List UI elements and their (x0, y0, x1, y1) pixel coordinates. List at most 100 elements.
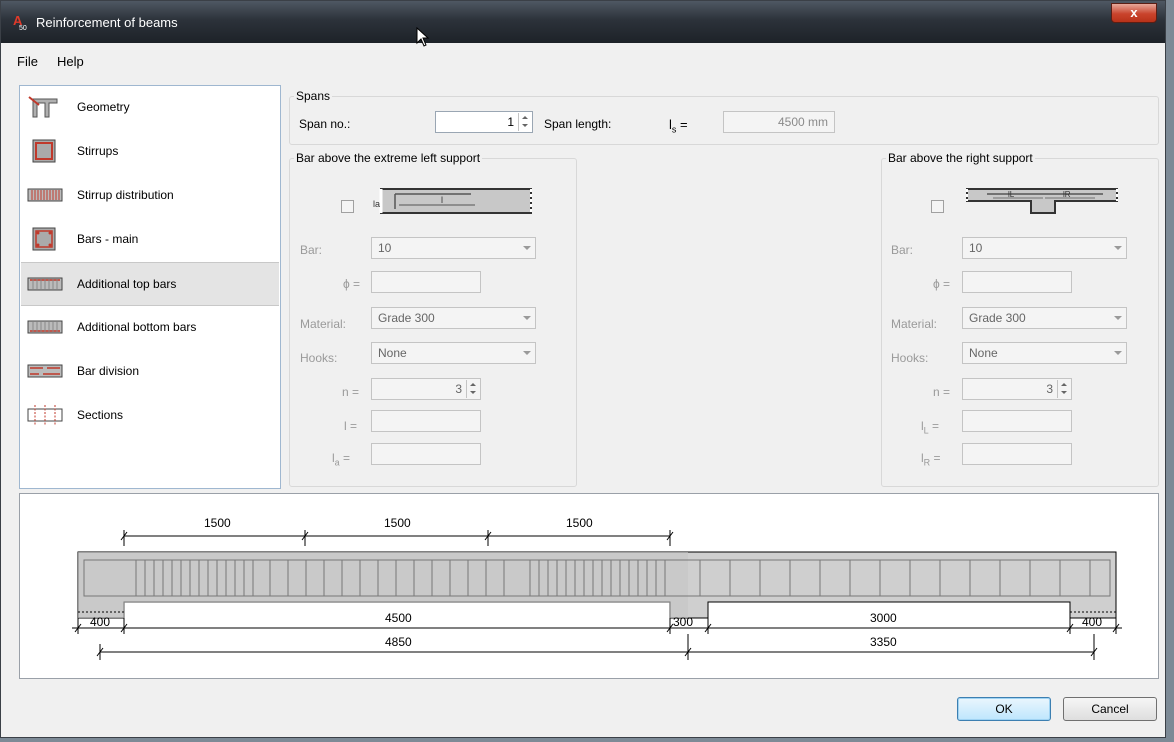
stirrup-distribution-icon (27, 188, 63, 202)
left-bar-value: 10 (378, 241, 392, 255)
span-length-label: Span length: (544, 117, 612, 131)
right-lr-field[interactable] (962, 443, 1072, 465)
top-dim-1: 1500 (204, 516, 231, 530)
left-n-value: 3 (455, 382, 462, 396)
right-hooks-label: Hooks: (891, 351, 929, 365)
left-phi-label: ϕ = (343, 277, 361, 291)
nav-label: Additional bottom bars (77, 320, 197, 334)
right-n-spin-buttons[interactable] (1057, 380, 1070, 398)
dim-support-right: 400 (1082, 615, 1102, 629)
svg-text:50: 50 (19, 25, 27, 31)
nav-item-geometry[interactable]: Geometry (21, 86, 279, 130)
nav-item-bar-division[interactable]: Bar division (21, 350, 279, 394)
cancel-button[interactable]: Cancel (1063, 697, 1157, 721)
dim-support-mid: 300 (673, 615, 693, 629)
right-material-label: Material: (891, 317, 938, 331)
lr-pic-text: lR (1063, 190, 1071, 199)
l-pic-text: l (441, 195, 443, 205)
nav-label: Bar division (77, 364, 140, 378)
left-hooks-label: Hooks: (300, 351, 338, 365)
bar-division-icon (27, 364, 63, 378)
right-ll-label: lL = (921, 419, 940, 436)
left-bar-dropdown[interactable]: 10 (371, 237, 536, 259)
title-bar[interactable]: A 50 Reinforcement of beams x (1, 1, 1165, 43)
span-no-stepper[interactable]: 1 (435, 111, 533, 133)
left-n-label: n = (342, 385, 360, 399)
right-material-dropdown[interactable]: Grade 300 (962, 307, 1127, 329)
geometry-icon (28, 96, 58, 118)
right-bar-value: 10 (969, 241, 983, 255)
chevron-down-icon (1114, 246, 1122, 250)
span-length-field: 4500 mm (723, 111, 835, 133)
ll-pic-text: lL (1008, 190, 1015, 199)
right-bar-dropdown[interactable]: 10 (962, 237, 1127, 259)
left-support-legend: Bar above the extreme left support (296, 151, 481, 165)
left-la-field[interactable] (371, 443, 481, 465)
nav-label: Bars - main (77, 232, 139, 246)
right-support-checkbox[interactable] (931, 200, 944, 213)
window-title: Reinforcement of beams (36, 15, 178, 30)
nav-item-sections[interactable]: Sections (21, 394, 279, 438)
top-dim-2: 1500 (384, 516, 411, 530)
left-n-spin-buttons[interactable] (466, 380, 479, 398)
ok-button[interactable]: OK (957, 697, 1051, 721)
right-phi-field[interactable] (962, 271, 1072, 293)
chevron-down-icon (523, 316, 531, 320)
left-n-stepper[interactable]: 3 (371, 378, 481, 400)
nav-item-additional-top-bars[interactable]: Additional top bars (21, 262, 279, 306)
span-no-value: 1 (507, 115, 514, 129)
nav-label: Stirrups (77, 144, 119, 158)
mouse-cursor-icon (416, 27, 430, 47)
dim-total-1: 4850 (385, 635, 412, 649)
nav-label: Sections (77, 408, 124, 422)
left-material-label: Material: (300, 317, 347, 331)
left-hooks-value: None (378, 346, 407, 360)
left-l-field[interactable] (371, 410, 481, 432)
left-support-checkbox[interactable] (341, 200, 354, 213)
right-phi-label: ϕ = (933, 277, 951, 291)
dialog-window: A 50 Reinforcement of beams x File Help … (0, 0, 1166, 738)
right-bar-label: Bar: (891, 243, 914, 257)
nav-item-additional-bottom-bars[interactable]: Additional bottom bars (21, 306, 279, 350)
dim-span-1: 4500 (385, 611, 412, 625)
right-n-label: n = (933, 385, 951, 399)
menu-help[interactable]: Help (57, 54, 84, 69)
right-material-value: Grade 300 (969, 311, 1026, 325)
left-l-label: l = (344, 419, 358, 433)
right-bar-diagram: lL lR (966, 188, 1118, 214)
right-n-value: 3 (1046, 382, 1053, 396)
menu-bar: File Help (9, 48, 1157, 76)
left-phi-field[interactable] (371, 271, 481, 293)
beam-diagram: 1500 1500 1500 400 4500 300 3000 400 485… (72, 516, 1122, 660)
section-list: Geometry Stirrups Stirrup distribution B… (19, 85, 281, 489)
left-bar-label: Bar: (300, 243, 323, 257)
stirrups-icon (32, 139, 56, 163)
right-n-stepper[interactable]: 3 (962, 378, 1072, 400)
chevron-down-icon (1114, 351, 1122, 355)
dim-support-left: 400 (90, 615, 110, 629)
top-dim-3: 1500 (566, 516, 593, 530)
menu-file[interactable]: File (17, 54, 38, 69)
app-icon: A 50 (13, 13, 27, 31)
right-ll-field[interactable] (962, 410, 1072, 432)
right-lr-label: lR = (921, 451, 941, 468)
additional-top-bars-icon (27, 277, 63, 291)
span-no-spin-buttons[interactable] (518, 113, 531, 131)
nav-item-stirrup-distribution[interactable]: Stirrup distribution (21, 174, 279, 218)
left-material-dropdown[interactable]: Grade 300 (371, 307, 536, 329)
left-la-label: la = (332, 451, 351, 468)
nav-item-stirrups[interactable]: Stirrups (21, 130, 279, 174)
la-pic-text: la (373, 199, 380, 209)
beam-diagram-panel: 1500 1500 1500 400 4500 300 3000 400 485… (19, 493, 1159, 679)
ls-label: ls = (669, 117, 688, 135)
nav-item-bars-main[interactable]: Bars - main (21, 218, 279, 262)
nav-label: Geometry (77, 100, 130, 114)
close-button[interactable]: x (1111, 3, 1157, 23)
dim-total-2: 3350 (870, 635, 897, 649)
right-hooks-dropdown[interactable]: None (962, 342, 1127, 364)
span-no-label: Span no.: (299, 117, 351, 131)
chevron-down-icon (1114, 316, 1122, 320)
bars-main-icon (32, 227, 56, 251)
nav-label: Additional top bars (77, 277, 177, 291)
left-hooks-dropdown[interactable]: None (371, 342, 536, 364)
